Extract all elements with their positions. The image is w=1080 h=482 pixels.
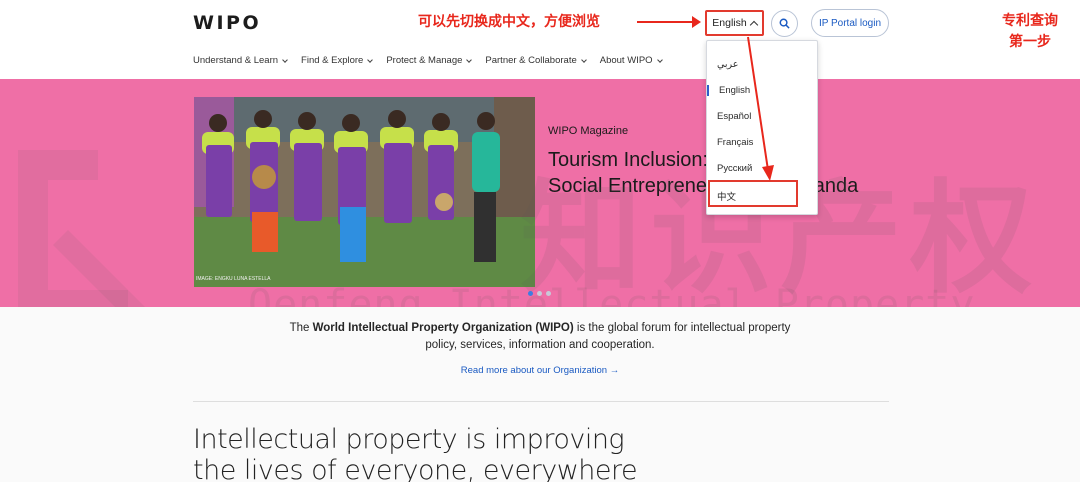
annotation-step-one: 专利查询 第一步 — [985, 11, 1075, 53]
ip-portal-login-button[interactable]: IP Portal login — [811, 9, 889, 37]
language-selector-label: English — [712, 17, 747, 29]
annotation-switch-to-chinese: 可以先切换成中文，方便浏览 — [418, 14, 600, 30]
chevron-up-icon — [749, 20, 758, 29]
intro-text: The World Intellectual Property Organiza… — [280, 320, 800, 354]
intro-org-name: World Intellectual Property Organization… — [312, 322, 574, 334]
annotation-step-one-line2: 第一步 — [1009, 34, 1051, 50]
search-button[interactable] — [771, 10, 798, 37]
nav-item-label: Find & Explore — [301, 55, 364, 66]
carousel-dot-2[interactable] — [537, 291, 542, 296]
carousel-dot-3[interactable] — [546, 291, 551, 296]
wipo-logo[interactable]: WIPO — [193, 12, 261, 34]
chevron-down-icon — [580, 56, 587, 63]
nav-partner-collaborate[interactable]: Partner & Collaborate — [485, 55, 587, 66]
language-selector-button[interactable]: English — [705, 10, 764, 36]
carousel-dot-1[interactable] — [528, 291, 533, 296]
nav-protect-manage[interactable]: Protect & Manage — [386, 55, 473, 66]
magazine-label: WIPO Magazine — [548, 125, 629, 137]
annotation-arrow-icon — [637, 16, 701, 28]
section-headline: Intellectual property is improving the l… — [193, 424, 638, 482]
watermark-logo-icon — [18, 150, 148, 325]
section-divider — [193, 401, 889, 402]
nav-item-label: Understand & Learn — [193, 55, 279, 66]
annotation-step-one-line1: 专利查询 — [1002, 13, 1058, 29]
search-icon — [779, 18, 790, 29]
chevron-down-icon — [466, 56, 473, 63]
hero-photo[interactable] — [194, 97, 535, 287]
main-nav: Understand & Learn Find & Explore Protec… — [193, 55, 676, 66]
read-more-link[interactable]: Read more about our Organization → — [0, 365, 1080, 376]
chevron-down-icon — [367, 56, 374, 63]
nav-item-label: About WIPO — [599, 55, 653, 66]
nav-item-label: Partner & Collaborate — [485, 55, 577, 66]
nav-about-wipo[interactable]: About WIPO — [599, 55, 663, 66]
group-photo-image — [194, 97, 535, 287]
nav-item-label: Protect & Manage — [386, 55, 463, 66]
annotation-arrow-down-icon — [747, 36, 774, 181]
chevron-down-icon — [282, 56, 288, 63]
chevron-down-icon — [656, 56, 663, 63]
nav-find-explore[interactable]: Find & Explore — [301, 55, 374, 66]
intro-pre: The — [289, 322, 313, 334]
carousel-dots — [528, 291, 551, 296]
nav-understand-learn[interactable]: Understand & Learn — [193, 55, 288, 66]
